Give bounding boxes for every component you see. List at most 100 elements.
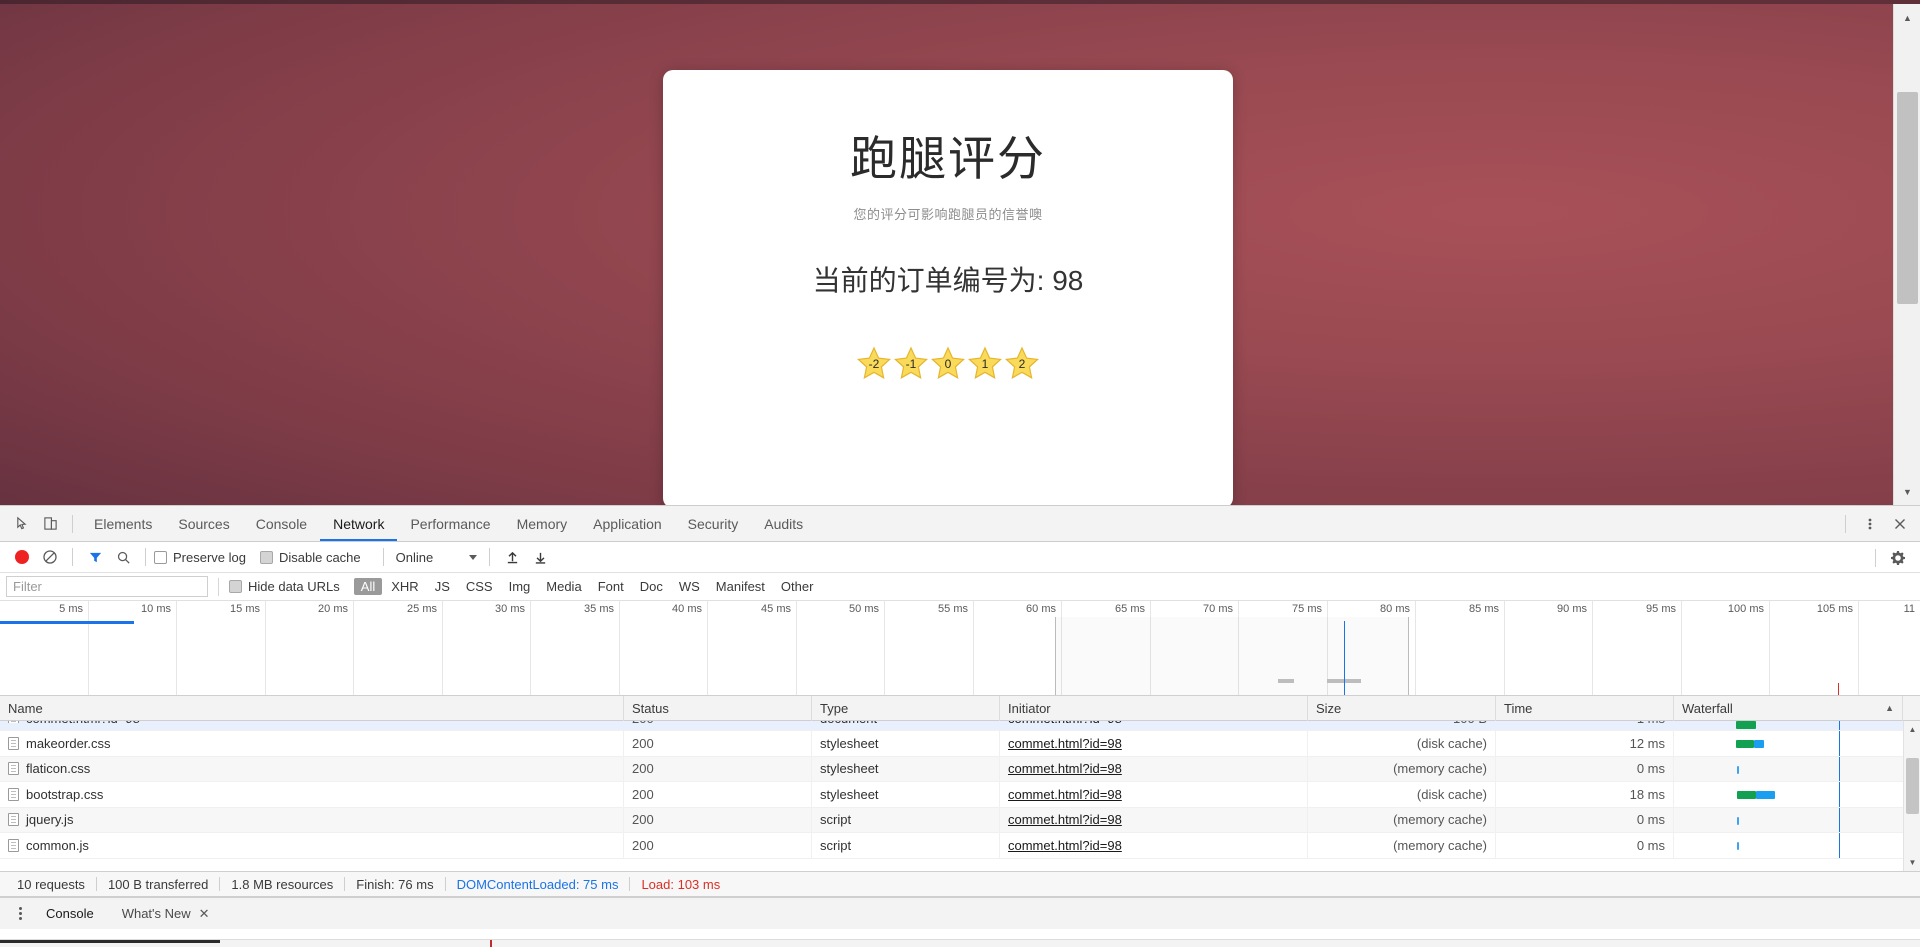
request-time: 0 ms bbox=[1496, 807, 1674, 832]
record-button[interactable] bbox=[8, 543, 36, 571]
column-header-time[interactable]: Time bbox=[1496, 695, 1674, 721]
scroll-down-arrow-icon[interactable]: ▼ bbox=[1904, 854, 1920, 871]
page-scrollbar[interactable]: ▲ ▼ bbox=[1893, 4, 1920, 505]
throttling-select[interactable]: Online bbox=[392, 550, 482, 565]
more-options-icon[interactable] bbox=[1856, 510, 1884, 538]
initiator-link[interactable]: commet.html?id=98 bbox=[1008, 812, 1122, 827]
table-row[interactable]: jquery.js 200 script commet.html?id=98 (… bbox=[0, 807, 1920, 833]
network-overview-timeline[interactable]: 5 ms 10 ms 15 ms 20 ms 25 ms 30 ms 35 ms… bbox=[0, 601, 1920, 696]
request-initiator[interactable]: commet.html?id=98 bbox=[1000, 721, 1308, 723]
hide-data-urls-checkbox[interactable]: Hide data URLs bbox=[229, 579, 340, 594]
tab-security[interactable]: Security bbox=[675, 506, 752, 541]
type-filter-doc[interactable]: Doc bbox=[633, 578, 670, 595]
star-rating-group[interactable]: -2 -1 0 1 2 bbox=[663, 346, 1233, 380]
tab-application[interactable]: Application bbox=[580, 506, 675, 541]
table-row[interactable]: commet.html?id=98 200 document commet.ht… bbox=[0, 721, 1920, 731]
gear-icon[interactable] bbox=[1884, 544, 1912, 572]
request-time: 1 ms bbox=[1496, 721, 1674, 723]
star-icon-minus-2[interactable]: -2 bbox=[857, 346, 891, 380]
table-scrollbar[interactable]: ▲ ▼ bbox=[1903, 721, 1920, 871]
tick-label: 95 ms bbox=[1646, 603, 1676, 615]
star-icon-plus-2[interactable]: 2 bbox=[1005, 346, 1039, 380]
star-icon-minus-1[interactable]: -1 bbox=[894, 346, 928, 380]
filter-icon[interactable] bbox=[81, 543, 109, 571]
disable-cache-checkbox[interactable]: Disable cache bbox=[259, 550, 361, 565]
import-har-icon[interactable] bbox=[498, 543, 526, 571]
table-body[interactable]: commet.html?id=98 200 document commet.ht… bbox=[0, 721, 1920, 871]
type-filter-font[interactable]: Font bbox=[591, 578, 631, 595]
column-header-waterfall[interactable]: Waterfall ▲ bbox=[1674, 695, 1903, 721]
request-type: stylesheet bbox=[812, 731, 1000, 756]
scroll-up-arrow-icon[interactable]: ▲ bbox=[1904, 721, 1920, 738]
clear-button[interactable] bbox=[36, 543, 64, 571]
type-filter-img[interactable]: Img bbox=[502, 578, 538, 595]
tab-performance[interactable]: Performance bbox=[397, 506, 503, 541]
tick-label: 70 ms bbox=[1203, 603, 1233, 615]
request-size: (memory cache) bbox=[1308, 807, 1496, 832]
close-icon[interactable]: ✕ bbox=[199, 906, 210, 922]
request-initiator[interactable]: commet.html?id=98 bbox=[1000, 782, 1308, 807]
request-initiator[interactable]: commet.html?id=98 bbox=[1000, 833, 1308, 858]
type-filter-js[interactable]: JS bbox=[428, 578, 457, 595]
drawer-tab-whats-new[interactable]: What's New ✕ bbox=[108, 898, 224, 929]
column-label: Waterfall bbox=[1682, 700, 1733, 716]
search-icon[interactable] bbox=[109, 543, 137, 571]
star-icon-zero[interactable]: 0 bbox=[931, 346, 965, 380]
column-header-status[interactable]: Status bbox=[624, 695, 812, 721]
tab-memory[interactable]: Memory bbox=[504, 506, 581, 541]
tab-console[interactable]: Console bbox=[243, 506, 320, 541]
initiator-link[interactable]: commet.html?id=98 bbox=[1008, 721, 1122, 723]
type-filter-css[interactable]: CSS bbox=[459, 578, 500, 595]
table-row[interactable]: makeorder.css 200 stylesheet commet.html… bbox=[0, 731, 1920, 757]
checkbox-box[interactable] bbox=[154, 550, 167, 564]
initiator-link[interactable]: commet.html?id=98 bbox=[1008, 736, 1122, 751]
tab-audits[interactable]: Audits bbox=[751, 506, 816, 541]
request-initiator[interactable]: commet.html?id=98 bbox=[1000, 731, 1308, 756]
filter-input[interactable]: Filter bbox=[6, 576, 208, 597]
browser-page-viewport: 跑腿评分 您的评分可影响跑腿员的信誉噢 当前的订单编号为: 98 -2 -1 0… bbox=[0, 0, 1920, 505]
initiator-link[interactable]: commet.html?id=98 bbox=[1008, 761, 1122, 776]
request-initiator[interactable]: commet.html?id=98 bbox=[1000, 756, 1308, 781]
request-status: 200 bbox=[624, 731, 812, 756]
drawer-more-options-icon[interactable] bbox=[8, 902, 32, 926]
type-filter-xhr[interactable]: XHR bbox=[384, 578, 425, 595]
request-type: script bbox=[812, 833, 1000, 858]
type-filter-manifest[interactable]: Manifest bbox=[709, 578, 772, 595]
tab-network[interactable]: Network bbox=[320, 506, 397, 541]
type-filter-all[interactable]: All bbox=[353, 578, 383, 595]
type-filter-ws[interactable]: WS bbox=[672, 578, 707, 595]
type-filter-media[interactable]: Media bbox=[539, 578, 588, 595]
drawer-tab-console[interactable]: Console bbox=[32, 898, 108, 929]
tick-label: 10 ms bbox=[141, 603, 171, 615]
initiator-link[interactable]: commet.html?id=98 bbox=[1008, 838, 1122, 853]
scroll-down-arrow-icon[interactable]: ▼ bbox=[1894, 478, 1920, 505]
page-scrollbar-thumb[interactable] bbox=[1897, 92, 1918, 304]
initiator-link[interactable]: commet.html?id=98 bbox=[1008, 787, 1122, 802]
scroll-up-arrow-icon[interactable]: ▲ bbox=[1894, 4, 1920, 31]
table-row[interactable]: bootstrap.css 200 stylesheet commet.html… bbox=[0, 782, 1920, 808]
column-header-size[interactable]: Size bbox=[1308, 695, 1496, 721]
table-scrollbar-thumb[interactable] bbox=[1906, 758, 1919, 814]
close-icon[interactable] bbox=[1886, 510, 1914, 538]
export-har-icon[interactable] bbox=[526, 543, 554, 571]
device-toolbar-icon[interactable] bbox=[36, 510, 64, 538]
table-row[interactable]: flaticon.css 200 stylesheet commet.html?… bbox=[0, 756, 1920, 782]
table-row[interactable]: common.js 200 script commet.html?id=98 (… bbox=[0, 833, 1920, 859]
overview-selection[interactable] bbox=[1055, 617, 1409, 695]
star-label: -2 bbox=[868, 357, 880, 372]
column-header-initiator[interactable]: Initiator bbox=[1000, 695, 1308, 721]
request-initiator[interactable]: commet.html?id=98 bbox=[1000, 807, 1308, 832]
tab-elements[interactable]: Elements bbox=[81, 506, 165, 541]
inspect-element-icon[interactable] bbox=[8, 510, 36, 538]
tick-label: 80 ms bbox=[1380, 603, 1410, 615]
checkbox-box[interactable] bbox=[259, 550, 273, 564]
column-header-name[interactable]: Name bbox=[0, 695, 624, 721]
preserve-log-checkbox[interactable]: Preserve log bbox=[154, 550, 246, 565]
summary-load: Load: 103 ms bbox=[641, 876, 721, 892]
column-header-type[interactable]: Type bbox=[812, 695, 1000, 721]
summary-dom-content-loaded: DOMContentLoaded: 75 ms bbox=[456, 876, 619, 892]
type-filter-other[interactable]: Other bbox=[774, 578, 821, 595]
tab-sources[interactable]: Sources bbox=[165, 506, 242, 541]
star-icon-plus-1[interactable]: 1 bbox=[968, 346, 1002, 380]
checkbox-box[interactable] bbox=[229, 580, 242, 593]
